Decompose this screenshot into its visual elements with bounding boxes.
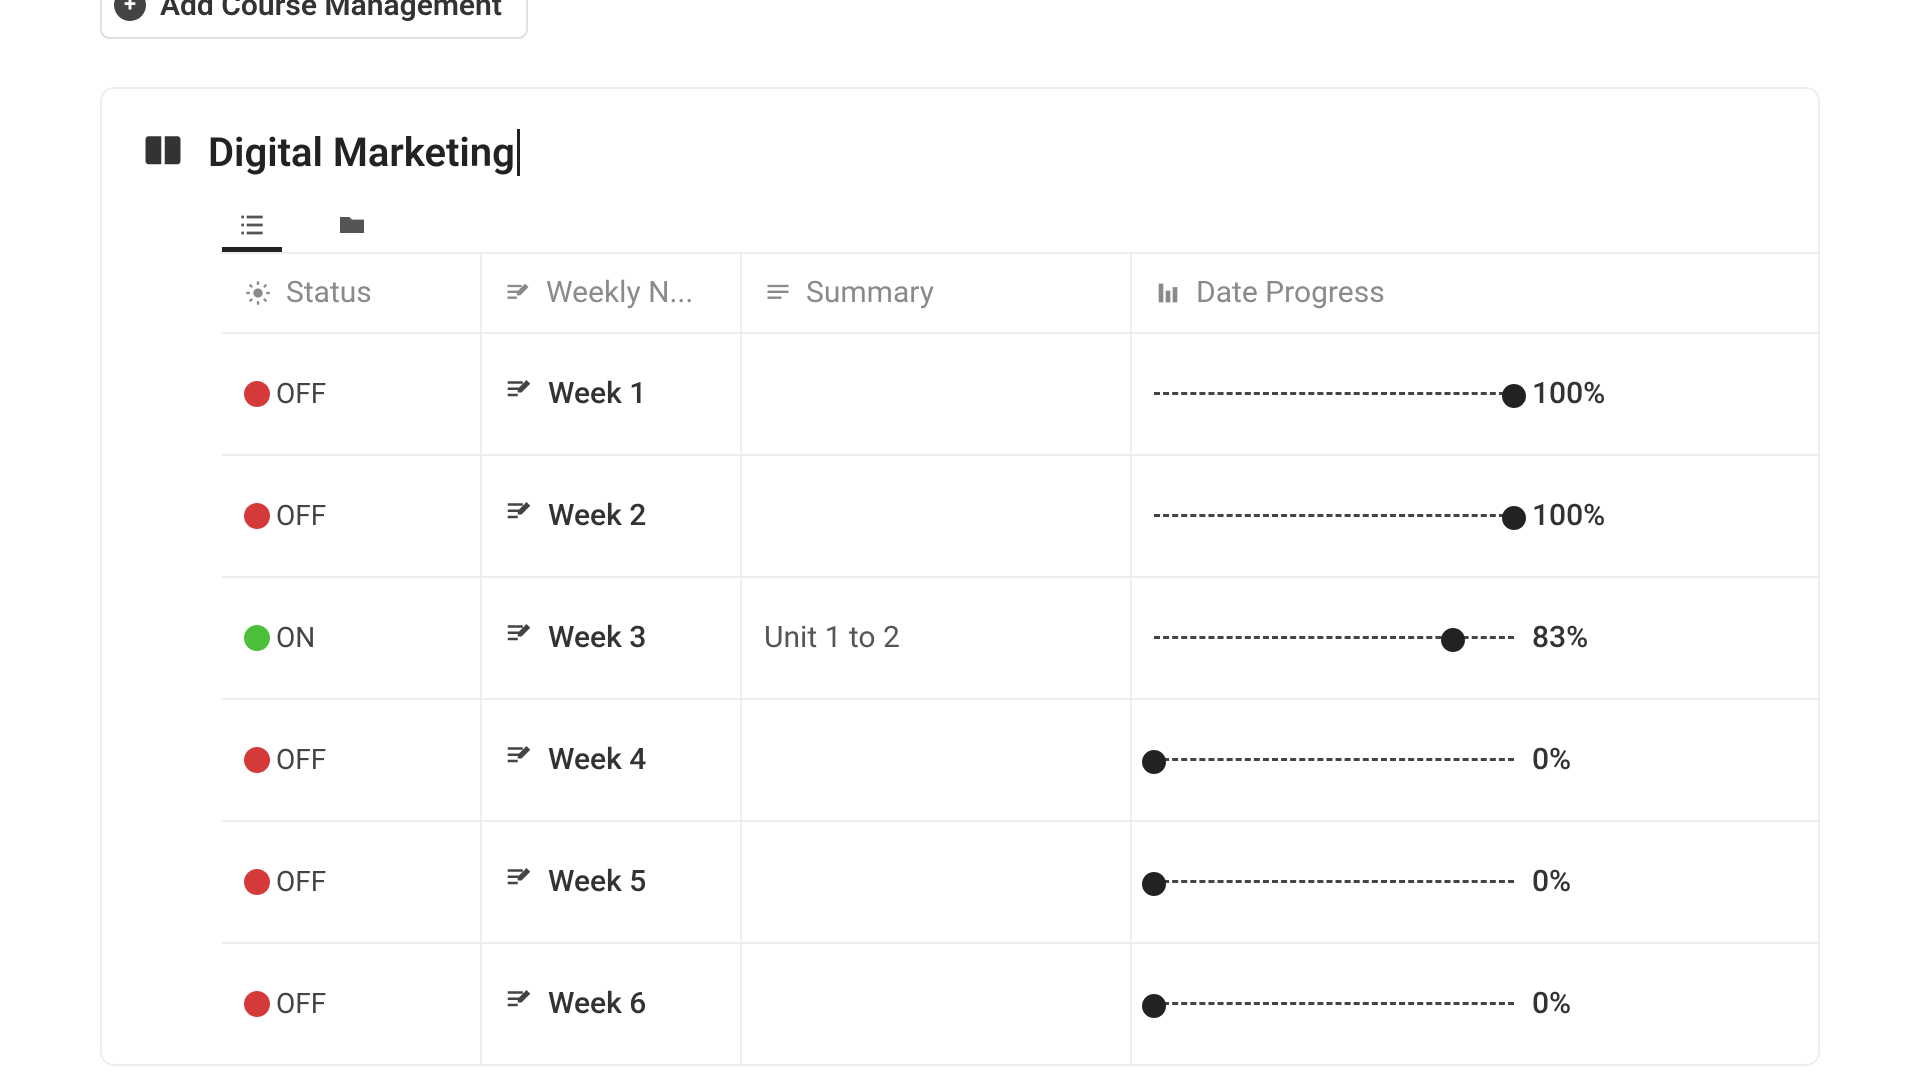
status-dot-icon (244, 747, 270, 773)
col-summary-label: Summary (806, 275, 934, 310)
progress-cell[interactable]: 83% (1132, 578, 1818, 698)
list-icon (236, 209, 268, 241)
sun-icon (244, 279, 272, 307)
status-text: OFF (276, 377, 326, 410)
progress-track[interactable] (1154, 636, 1514, 639)
col-progress[interactable]: Date Progress (1132, 254, 1818, 332)
table-header-row: Status Weekly N... Summary Date Progress (222, 252, 1818, 332)
progress-percent: 0% (1532, 742, 1571, 777)
summary-cell[interactable]: Unit 1 to 2 (742, 578, 1132, 698)
bars-icon (1154, 279, 1182, 307)
summary-cell[interactable] (742, 700, 1132, 820)
status-text: OFF (276, 865, 326, 898)
weekly-note-cell[interactable]: Week 6 (482, 944, 742, 1064)
week-label[interactable]: Week 6 (548, 986, 646, 1021)
progress-track[interactable] (1154, 514, 1514, 517)
progress-percent: 100% (1532, 376, 1605, 411)
col-weekly-note[interactable]: Weekly N... (482, 254, 742, 332)
weekly-note-cell[interactable]: Week 3 (482, 578, 742, 698)
col-progress-label: Date Progress (1196, 275, 1385, 310)
progress-cell[interactable]: 0% (1132, 700, 1818, 820)
status-cell[interactable]: OFF (222, 944, 482, 1064)
status-text: OFF (276, 987, 326, 1020)
progress-track[interactable] (1154, 1002, 1514, 1005)
table-row[interactable]: ON Week 3 Unit 1 to 2 83% (222, 576, 1818, 698)
status-dot-icon (244, 991, 270, 1017)
summary-cell[interactable] (742, 822, 1132, 942)
status-dot-icon (244, 381, 270, 407)
summary-cell[interactable] (742, 334, 1132, 454)
progress-track[interactable] (1154, 880, 1514, 883)
progress-knob[interactable] (1142, 750, 1166, 774)
progress-track[interactable] (1154, 758, 1514, 761)
card-title[interactable]: Digital Marketing (208, 129, 520, 176)
status-cell[interactable]: OFF (222, 822, 482, 942)
weekly-note-cell[interactable]: Week 4 (482, 700, 742, 820)
plus-icon: + (114, 0, 146, 21)
progress-cell[interactable]: 100% (1132, 456, 1818, 576)
status-cell[interactable]: ON (222, 578, 482, 698)
progress-percent: 0% (1532, 986, 1571, 1021)
edit-lines-icon (504, 619, 548, 657)
status-dot-icon (244, 869, 270, 895)
edit-lines-icon (504, 279, 532, 307)
text-lines-icon (764, 279, 792, 307)
table-row[interactable]: OFF Week 6 0% (222, 942, 1818, 1064)
summary-cell[interactable] (742, 944, 1132, 1064)
col-summary[interactable]: Summary (742, 254, 1132, 332)
week-label[interactable]: Week 2 (548, 498, 646, 533)
table-row[interactable]: OFF Week 4 0% (222, 698, 1818, 820)
col-weekly-label: Weekly N... (546, 275, 693, 310)
status-cell[interactable]: OFF (222, 456, 482, 576)
progress-knob[interactable] (1142, 994, 1166, 1018)
progress-knob[interactable] (1142, 872, 1166, 896)
week-label[interactable]: Week 5 (548, 864, 646, 899)
edit-lines-icon (504, 741, 548, 779)
week-label[interactable]: Week 3 (548, 620, 646, 655)
progress-cell[interactable]: 0% (1132, 944, 1818, 1064)
weeks-table: Status Weekly N... Summary Date Progress… (102, 252, 1818, 1064)
edit-lines-icon (504, 497, 548, 535)
table-row[interactable]: OFF Week 1 100% (222, 332, 1818, 454)
week-label[interactable]: Week 4 (548, 742, 646, 777)
status-cell[interactable]: OFF (222, 700, 482, 820)
edit-lines-icon (504, 985, 548, 1023)
list-view-tab[interactable] (222, 204, 282, 252)
col-status-label: Status (286, 275, 372, 310)
progress-percent: 100% (1532, 498, 1605, 533)
progress-cell[interactable]: 100% (1132, 334, 1818, 454)
progress-percent: 83% (1532, 620, 1588, 655)
weekly-note-cell[interactable]: Week 2 (482, 456, 742, 576)
col-status[interactable]: Status (222, 254, 482, 332)
progress-knob[interactable] (1502, 384, 1526, 408)
summary-text: Unit 1 to 2 (764, 620, 900, 655)
table-row[interactable]: OFF Week 2 100% (222, 454, 1818, 576)
status-dot-icon (244, 625, 270, 651)
course-card: Digital Marketing Status Weekly N... (100, 87, 1820, 1066)
book-icon (142, 131, 184, 173)
edit-lines-icon (504, 375, 548, 413)
folder-icon (336, 209, 368, 241)
progress-knob[interactable] (1502, 506, 1526, 530)
progress-knob[interactable] (1441, 628, 1465, 652)
weekly-note-cell[interactable]: Week 1 (482, 334, 742, 454)
board-view-tab[interactable] (322, 204, 382, 252)
status-cell[interactable]: OFF (222, 334, 482, 454)
status-text: OFF (276, 499, 326, 532)
progress-cell[interactable]: 0% (1132, 822, 1818, 942)
progress-track[interactable] (1154, 392, 1514, 395)
week-label[interactable]: Week 1 (548, 376, 646, 411)
status-text: ON (276, 621, 315, 654)
weekly-note-cell[interactable]: Week 5 (482, 822, 742, 942)
add-course-label: Add Course Management (160, 0, 502, 23)
status-dot-icon (244, 503, 270, 529)
table-row[interactable]: OFF Week 5 0% (222, 820, 1818, 942)
edit-lines-icon (504, 863, 548, 901)
add-course-button[interactable]: + Add Course Management (100, 0, 528, 39)
summary-cell[interactable] (742, 456, 1132, 576)
progress-percent: 0% (1532, 864, 1571, 899)
status-text: OFF (276, 743, 326, 776)
